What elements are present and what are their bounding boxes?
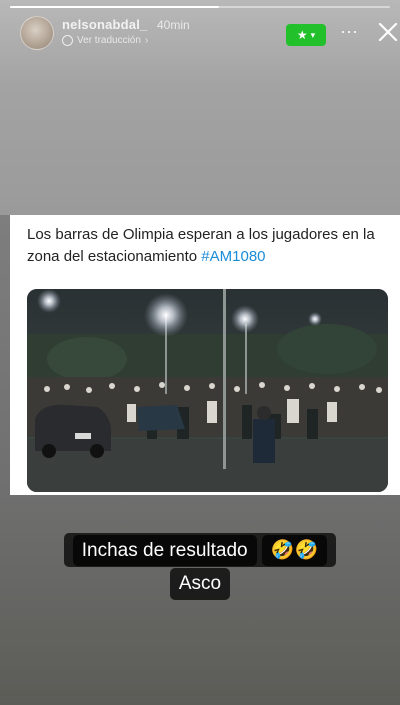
caption-1-text: Inchas de resultado — [72, 535, 257, 566]
more-options-icon[interactable]: ⋯ — [340, 22, 359, 43]
close-icon[interactable] — [376, 20, 400, 44]
translate-label: Ver traducción — [77, 35, 141, 46]
username[interactable]: nelsonabdal_ — [62, 17, 147, 32]
globe-icon — [62, 35, 73, 46]
story-caption-1: Inchas de resultado 🤣🤣 — [0, 533, 400, 567]
post-photo — [27, 289, 388, 492]
avatar[interactable] — [20, 16, 54, 50]
post-time: 40min — [157, 18, 190, 32]
story-caption-2: Asco — [0, 568, 400, 600]
story-progress-bar — [10, 6, 390, 8]
story-progress-fill — [10, 6, 219, 8]
chevron-down-icon: ▾ — [310, 29, 316, 40]
laughing-emoji-icon: 🤣🤣 — [261, 535, 328, 566]
post-text: Los barras de Olimpia esperan a los juga… — [27, 224, 387, 268]
chevron-right-icon: › — [144, 35, 149, 46]
star-icon: ★ — [296, 28, 308, 42]
translate-link[interactable]: Ver traducción › — [62, 35, 148, 46]
shared-post-card[interactable]: Los barras de Olimpia esperan a los juga… — [10, 215, 400, 495]
story-screen[interactable]: nelsonabdal_ 40min Ver traducción › ★ ▾ … — [0, 0, 400, 705]
close-friends-badge[interactable]: ★ ▾ — [286, 24, 326, 46]
post-hashtag[interactable]: #AM1080 — [201, 248, 265, 265]
caption-2-text: Asco — [169, 568, 231, 600]
